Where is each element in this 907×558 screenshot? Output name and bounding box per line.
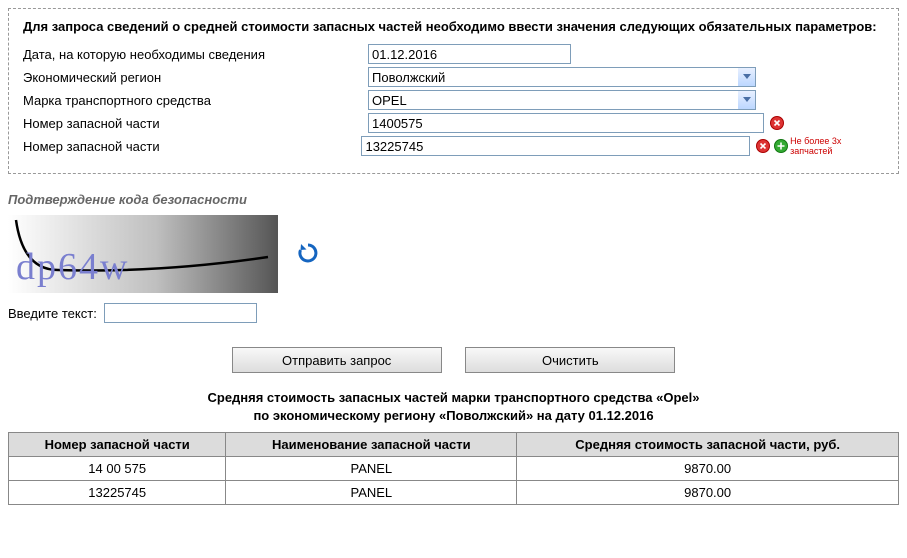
label-brand: Марка транспортного средства [23,93,368,108]
label-region: Экономический регион [23,70,368,85]
chevron-down-icon[interactable] [738,90,756,110]
date-input[interactable] [368,44,571,64]
label-part-1: Номер запасной части [23,116,368,131]
captcha-input-label: Введите текст: [8,306,97,321]
add-hint: Не более 3х запчастей [790,136,884,156]
form-header: Для запроса сведений о средней стоимости… [23,19,884,34]
submit-button[interactable]: Отправить запрос [232,347,442,373]
brand-select[interactable] [368,90,756,110]
delete-icon[interactable] [770,116,784,130]
refresh-icon[interactable] [296,241,320,268]
col-price: Средняя стоимость запасной части, руб. [517,433,899,457]
captcha-image: dp64w [8,215,278,293]
col-number: Номер запасной части [9,433,226,457]
label-part-2: Номер запасной части [23,139,361,154]
region-value[interactable] [368,67,756,87]
table-header-row: Номер запасной части Наименование запасн… [9,433,899,457]
part-input-1[interactable] [368,113,764,133]
chevron-down-icon[interactable] [738,67,756,87]
delete-icon[interactable] [756,139,770,153]
brand-value[interactable] [368,90,756,110]
captcha-code: dp64w [16,245,129,289]
label-date: Дата, на которую необходимы сведения [23,47,368,62]
plus-icon [774,139,788,153]
results-title: Средняя стоимость запасных частей марки … [8,389,899,424]
part-input-2[interactable] [361,136,750,156]
col-name: Наименование запасной части [226,433,517,457]
table-row: 13225745 PANEL 9870.00 [9,481,899,505]
table-row: 14 00 575 PANEL 9870.00 [9,457,899,481]
clear-button[interactable]: Очистить [465,347,675,373]
region-select[interactable] [368,67,756,87]
query-form: Для запроса сведений о средней стоимости… [8,8,899,174]
captcha-input[interactable] [104,303,257,323]
add-part-button[interactable]: Не более 3х запчастей [774,136,884,156]
captcha-title: Подтверждение кода безопасности [8,192,899,207]
results-table: Номер запасной части Наименование запасн… [8,432,899,505]
